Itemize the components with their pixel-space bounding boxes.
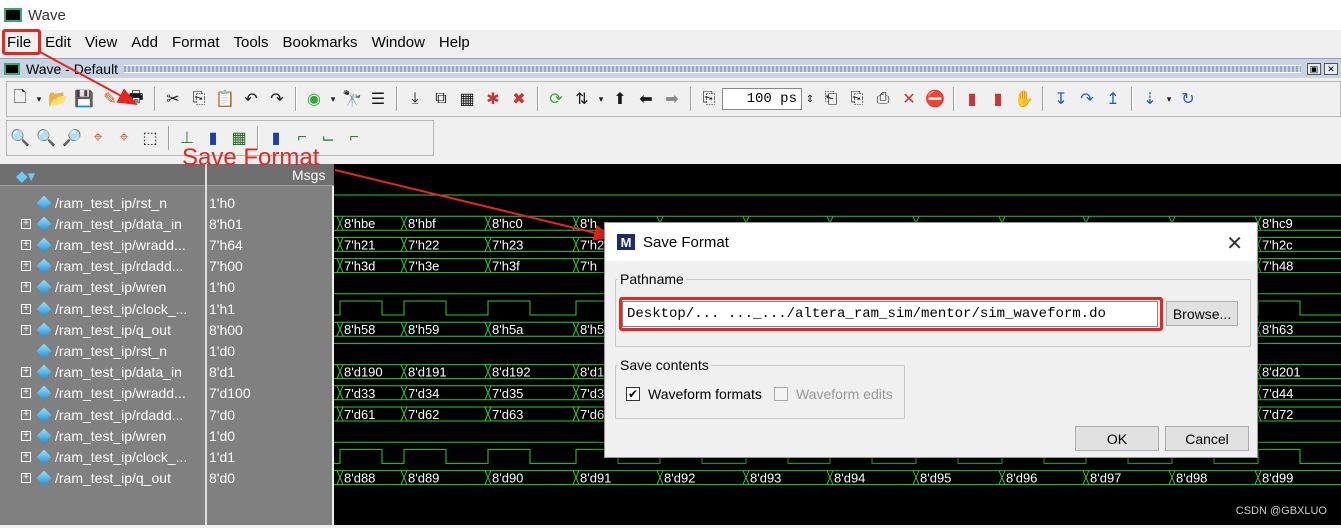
pathname-highlight [619,297,1163,331]
modelsim-icon: M [617,234,635,250]
ok-button[interactable]: OK [1075,426,1159,451]
close-icon[interactable]: ✕ [1226,231,1243,256]
watermark: CSDN @GBXLUO [1235,505,1327,517]
arrow-to-dialog [334,169,614,241]
dialog-title-bar: M Save Format ✕ [605,223,1257,261]
waveform-edits-label: Waveform edits [796,386,893,402]
pathname-legend: Pathname [620,271,684,287]
cancel-button[interactable]: Cancel [1165,426,1249,451]
waveform-edits-checkbox[interactable] [774,387,788,401]
save-format-dialog: M Save Format ✕ Pathname Desktop/... ...… [604,222,1258,458]
save-contents-group: Save contents ✔ Waveform formats Wavefor… [615,357,905,419]
arrow-file-to-icon [39,51,138,105]
waveform-formats-label: Waveform formats [648,386,762,402]
waveform-formats-checkbox[interactable]: ✔ [626,387,640,401]
dialog-title: Save Format [643,233,729,251]
save-contents-legend: Save contents [620,357,709,373]
browse-button[interactable]: Browse... [1166,301,1238,326]
